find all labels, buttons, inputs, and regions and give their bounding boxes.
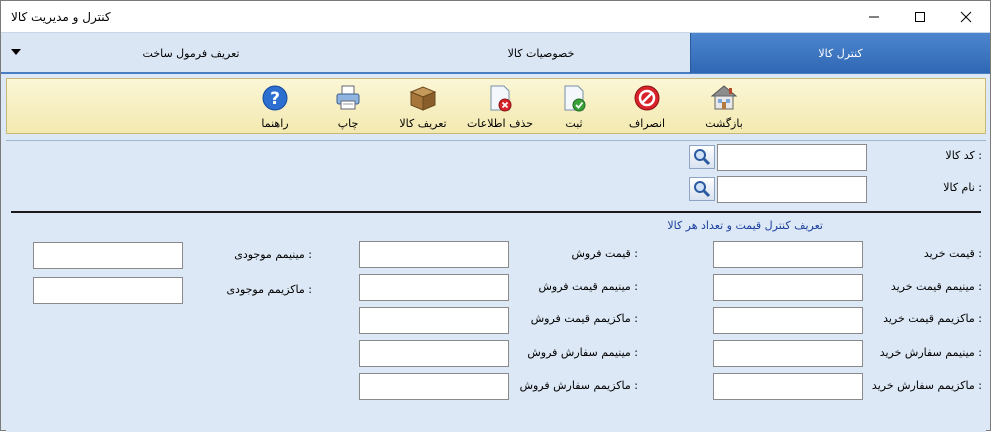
toolbar: بازگشت انصراف ثبت حذف اطلاعات تعریف کالا…: [6, 78, 986, 134]
window-title: کنترل و مدیریت کالا: [11, 10, 111, 24]
min-purchase-price-input[interactable]: [713, 274, 863, 301]
section-divider: [11, 211, 981, 213]
title-bar: کنترل و مدیریت کالا: [1, 1, 990, 32]
close-icon: [960, 11, 972, 22]
maximize-button[interactable]: [897, 1, 943, 32]
tab-item-control[interactable]: کنترل کالا: [690, 33, 990, 73]
min-sale-order-input[interactable]: [359, 340, 509, 367]
document-check-icon: [564, 85, 586, 112]
help-button[interactable]: ? راهنما: [240, 81, 310, 133]
min-purchase-price-label: مینیمم قیمت خرید :: [890, 280, 982, 293]
min-stock-input[interactable]: [33, 242, 183, 269]
min-sale-price-input[interactable]: [359, 274, 509, 301]
cancel-button[interactable]: انصراف: [612, 81, 682, 133]
max-stock-input[interactable]: [33, 277, 183, 304]
minimize-button[interactable]: [851, 1, 897, 32]
item-name-input[interactable]: [717, 176, 867, 203]
printer-icon: [336, 85, 360, 110]
section-title: تعریف کنترل قیمت و تعداد هر کالا: [667, 219, 823, 232]
max-purchase-price-label: ماکزیمم قیمت خرید :: [883, 312, 982, 325]
max-purchase-order-label: ماکزیمم سفارش خرید :: [871, 379, 982, 392]
tab-label: خصوصیات کالا: [507, 46, 575, 60]
max-purchase-order-input[interactable]: [713, 373, 863, 400]
delete-button[interactable]: حذف اطلاعات: [465, 81, 535, 133]
magnifier-icon: [694, 181, 711, 198]
max-purchase-price-input[interactable]: [713, 307, 863, 334]
minimize-icon: [869, 16, 879, 17]
item-name-label: نام کالا :: [943, 181, 982, 194]
tab-item-properties[interactable]: خصوصیات کالا: [391, 33, 691, 73]
back-button[interactable]: بازگشت: [689, 81, 759, 133]
tab-label: کنترل کالا: [818, 46, 863, 60]
min-purchase-order-label: مینیمم سفارش خرید :: [879, 346, 982, 359]
item-code-label: کد کالا :: [945, 149, 982, 162]
sale-price-input[interactable]: [359, 241, 509, 268]
tab-label: تعریف فرمول ساخت: [142, 46, 240, 60]
print-label: چاپ: [337, 117, 359, 130]
max-sale-order-input[interactable]: [359, 373, 509, 400]
tab-build-formula[interactable]: تعریف فرمول ساخت: [41, 33, 341, 73]
help-label: راهنما: [261, 117, 289, 130]
item-code-search-button[interactable]: [689, 145, 715, 169]
maximize-icon: [915, 11, 925, 22]
max-sale-price-label: ماکزیمم قیمت فروش :: [530, 312, 638, 325]
magnifier-icon: [694, 149, 711, 166]
box-icon: [409, 86, 437, 111]
close-button[interactable]: [943, 1, 989, 32]
cancel-icon: [634, 85, 660, 111]
document-delete-icon: [490, 85, 512, 112]
house-icon: [710, 85, 738, 110]
delete-label: حذف اطلاعات: [466, 117, 534, 130]
sale-price-label: قیمت فروش :: [571, 247, 638, 260]
save-label: ثبت: [565, 117, 583, 130]
define-item-label: تعریف کالا: [399, 117, 447, 130]
max-sale-price-input[interactable]: [359, 307, 509, 334]
item-name-search-button[interactable]: [689, 177, 715, 201]
item-control-panel: کد کالا : نام کالا : تعریف کنترل قیمت و …: [6, 140, 986, 432]
save-button[interactable]: ثبت: [539, 81, 609, 133]
tab-strip: کنترل کالا خصوصیات کالا تعریف فرمول ساخت: [1, 32, 990, 74]
item-code-input[interactable]: [717, 144, 867, 171]
help-icon: ?: [262, 85, 288, 111]
max-sale-order-label: ماکزیمم سفارش فروش :: [519, 379, 638, 392]
min-purchase-order-input[interactable]: [713, 340, 863, 367]
print-button[interactable]: چاپ: [313, 81, 383, 133]
min-stock-label: مینیمم موجودی :: [234, 248, 312, 261]
cancel-label: انصراف: [628, 117, 666, 130]
app-window: کنترل و مدیریت کالا کنترل کالا خصوصیات ک…: [0, 0, 991, 432]
svg-text:?: ?: [270, 89, 280, 109]
min-sale-order-label: مینیمم سفارش فروش :: [527, 346, 638, 359]
purchase-price-input[interactable]: [713, 241, 863, 268]
min-sale-price-label: مینیمم قیمت فروش :: [538, 280, 638, 293]
max-stock-label: ماکزیمم موجودی :: [226, 283, 312, 296]
purchase-price-label: قیمت خرید :: [923, 247, 982, 260]
define-item-button[interactable]: تعریف کالا: [388, 81, 458, 133]
tabs-dropdown-icon[interactable]: [11, 49, 21, 55]
back-label: بازگشت: [705, 117, 743, 130]
